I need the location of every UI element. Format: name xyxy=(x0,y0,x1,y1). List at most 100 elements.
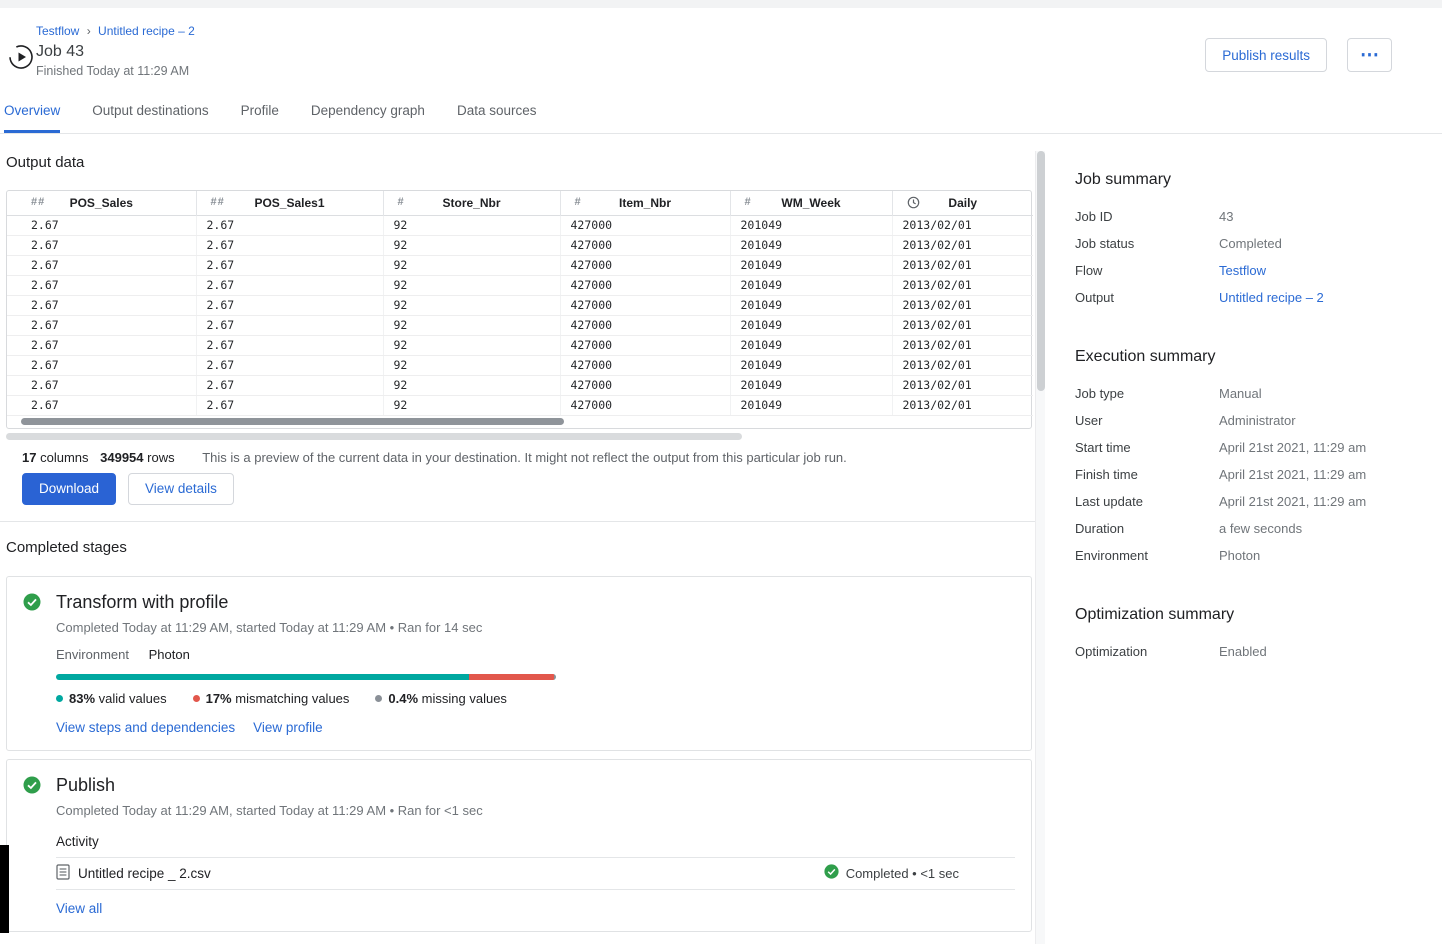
missing-legend-item: 0.4% missing values xyxy=(375,690,507,707)
view-profile-link[interactable]: View profile xyxy=(253,719,323,736)
tab-data-sources[interactable]: Data sources xyxy=(457,103,537,133)
output-link[interactable]: Untitled recipe – 2 xyxy=(1219,284,1415,311)
mismatch-dot-icon xyxy=(193,695,200,702)
cell-pos-sales: 2.67 xyxy=(7,315,196,335)
summary-row: User Administrator xyxy=(1075,407,1415,434)
job-summary-group: Job summary Job ID 43 Job status Complet… xyxy=(1075,170,1415,311)
table-row: 2.67 2.67 92 427000 201049 2013/02/01 xyxy=(7,235,1033,255)
cell-pos-sales1: 2.67 xyxy=(196,335,383,355)
cell-pos-sales1: 2.67 xyxy=(196,375,383,395)
main-vertical-scrollbar-thumb[interactable] xyxy=(1037,151,1045,391)
valid-values-segment xyxy=(56,674,469,680)
breadcrumb-separator: › xyxy=(87,24,91,38)
tab-profile[interactable]: Profile xyxy=(241,103,279,133)
completed-stages-heading: Completed stages xyxy=(6,539,1035,557)
environment-value: Photon xyxy=(149,647,190,662)
breadcrumb-recipe-link[interactable]: Untitled recipe – 2 xyxy=(98,24,195,38)
output-actions: Download View details xyxy=(22,473,1035,505)
job-details-sidebar: Job summary Job ID 43 Job status Complet… xyxy=(1075,134,1415,665)
view-all-row: View all xyxy=(56,900,1015,917)
cell-pos-sales: 2.67 xyxy=(7,235,196,255)
cell-item-nbr: 427000 xyxy=(560,215,730,235)
table-row: 2.67 2.67 92 427000 201049 2013/02/01 xyxy=(7,395,1033,415)
header-actions: Publish results ⋯ xyxy=(1205,38,1392,72)
panel-horizontal-scrollbar-thumb[interactable] xyxy=(6,433,742,440)
cell-pos-sales1: 2.67 xyxy=(196,235,383,255)
decimal-type-icon: ## xyxy=(31,196,45,208)
environment-label: Environment xyxy=(56,647,129,662)
cell-store-nbr: 92 xyxy=(383,335,560,355)
flow-link[interactable]: Testflow xyxy=(1219,257,1415,284)
tab-overview[interactable]: Overview xyxy=(4,103,60,133)
cell-store-nbr: 92 xyxy=(383,375,560,395)
top-strip xyxy=(0,0,1442,8)
table-summary-line: 17 columns 349954 rows This is a preview… xyxy=(22,450,1035,465)
table-row: 2.67 2.67 92 427000 201049 2013/02/01 xyxy=(7,335,1033,355)
tab-dependency-graph[interactable]: Dependency graph xyxy=(311,103,425,133)
status-check-icon xyxy=(824,864,839,882)
breadcrumb-flow-link[interactable]: Testflow xyxy=(36,24,79,38)
tab-output-destinations[interactable]: Output destinations xyxy=(92,103,208,133)
view-details-button[interactable]: View details xyxy=(128,473,234,505)
activity-status: Completed • <1 sec xyxy=(824,864,959,882)
cell-wm-week: 201049 xyxy=(730,275,892,295)
cell-wm-week: 201049 xyxy=(730,315,892,335)
cell-pos-sales: 2.67 xyxy=(7,355,196,375)
column-name: Daily xyxy=(948,196,977,210)
decimal-type-icon: ## xyxy=(211,196,225,208)
view-all-link[interactable]: View all xyxy=(56,901,102,916)
main-panel: Output data ## POS_Sales ## POS_ xyxy=(0,134,1035,932)
cell-store-nbr: 92 xyxy=(383,395,560,415)
integer-type-icon: # xyxy=(398,196,405,208)
table-row: 2.67 2.67 92 427000 201049 2013/02/01 xyxy=(7,295,1033,315)
summary-row: Finish time April 21st 2021, 11:29 am xyxy=(1075,461,1415,488)
download-button[interactable]: Download xyxy=(22,473,116,505)
job-run-icon xyxy=(8,44,34,75)
summary-row: Job ID 43 xyxy=(1075,203,1415,230)
cell-pos-sales1: 2.67 xyxy=(196,355,383,375)
cell-wm-week: 201049 xyxy=(730,375,892,395)
column-header-daily: Daily xyxy=(892,191,1033,215)
columns-label: columns xyxy=(40,450,88,465)
view-steps-link[interactable]: View steps and dependencies xyxy=(56,719,235,736)
preview-note: This is a preview of the current data in… xyxy=(202,450,847,465)
cell-pos-sales1: 2.67 xyxy=(196,315,383,335)
cell-store-nbr: 92 xyxy=(383,255,560,275)
column-name: WM_Week xyxy=(781,196,840,210)
publish-results-button[interactable]: Publish results xyxy=(1205,38,1327,72)
stage-title: Publish xyxy=(56,774,1015,796)
column-name: Item_Nbr xyxy=(619,196,671,210)
column-name: POS_Sales1 xyxy=(254,196,324,210)
rows-label: rows xyxy=(147,450,174,465)
cell-item-nbr: 427000 xyxy=(560,315,730,335)
table-horizontal-scrollbar-thumb[interactable] xyxy=(21,418,564,425)
table-horizontal-scrollbar xyxy=(7,416,1031,428)
job-status-value: Completed xyxy=(1219,230,1415,257)
column-header-wm-week: # WM_Week xyxy=(730,191,892,215)
more-options-button[interactable]: ⋯ xyxy=(1347,38,1392,72)
summary-row: Job status Completed xyxy=(1075,230,1415,257)
missing-dot-icon xyxy=(375,695,382,702)
stage-card-transform: Transform with profile Completed Today a… xyxy=(6,576,1032,751)
execution-summary-heading: Execution summary xyxy=(1075,347,1415,366)
column-header-pos-sales1: ## POS_Sales1 xyxy=(196,191,383,215)
summary-row: Optimization Enabled xyxy=(1075,638,1415,665)
output-preview-table-card: ## POS_Sales ## POS_Sales1 # Store_Nbr xyxy=(6,190,1032,429)
summary-row: Environment Photon xyxy=(1075,542,1415,569)
section-divider xyxy=(0,521,1035,522)
cell-wm-week: 201049 xyxy=(730,255,892,275)
cell-pos-sales1: 2.67 xyxy=(196,275,383,295)
table-row: 2.67 2.67 92 427000 201049 2013/02/01 xyxy=(7,355,1033,375)
cell-wm-week: 201049 xyxy=(730,215,892,235)
valid-dot-icon xyxy=(56,695,63,702)
column-name: POS_Sales xyxy=(70,196,133,210)
summary-row: Duration a few seconds xyxy=(1075,515,1415,542)
cell-item-nbr: 427000 xyxy=(560,295,730,315)
activity-label: Activity xyxy=(56,833,1015,850)
column-header-item-nbr: # Item_Nbr xyxy=(560,191,730,215)
stage-subtitle: Completed Today at 11:29 AM, started Tod… xyxy=(56,802,1015,819)
activity-row[interactable]: Untitled recipe _ 2.csv Completed • <1 s… xyxy=(56,858,1015,890)
output-preview-table: ## POS_Sales ## POS_Sales1 # Store_Nbr xyxy=(7,191,1033,416)
cell-daily: 2013/02/01 xyxy=(892,375,1033,395)
cell-pos-sales: 2.67 xyxy=(7,275,196,295)
